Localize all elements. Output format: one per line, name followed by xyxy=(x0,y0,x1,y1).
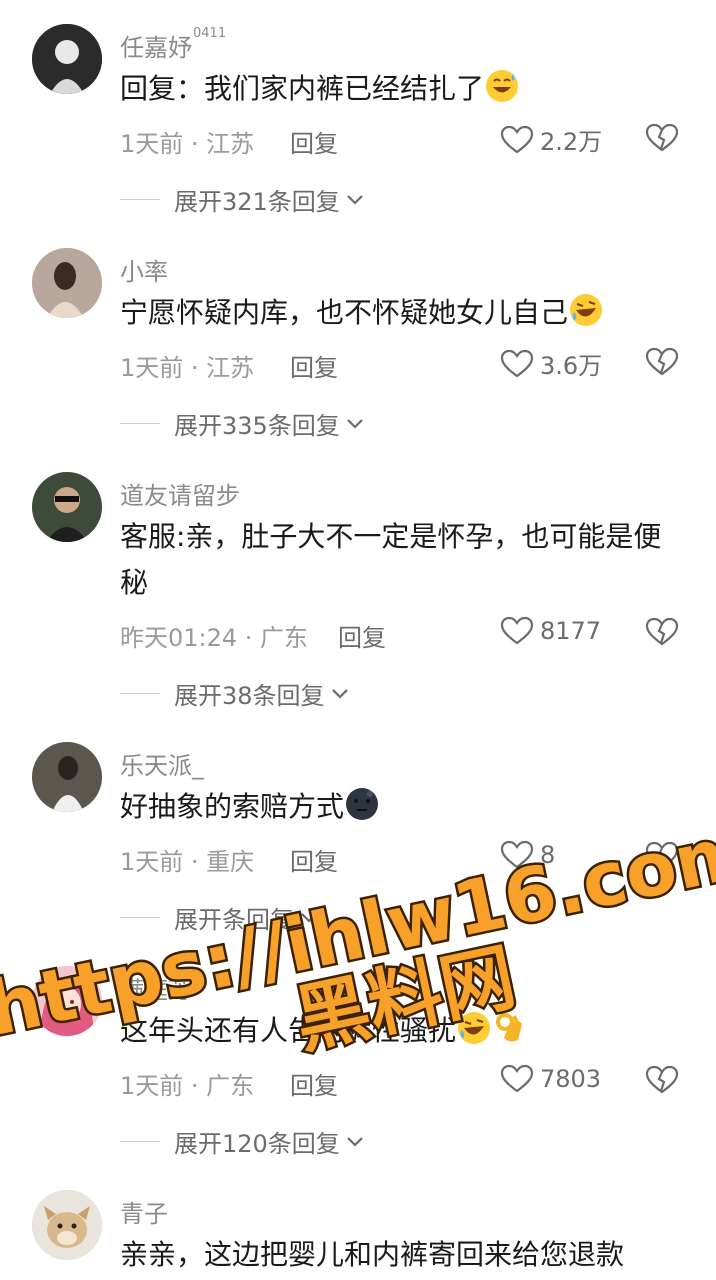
rofl-emoji-icon xyxy=(570,294,603,326)
reply-button[interactable]: 回复 xyxy=(338,618,386,653)
comment-text: 客服:亲，肚子大不一定是怀孕，也可能是便秘 xyxy=(120,520,662,599)
heart-icon xyxy=(500,125,534,153)
username[interactable]: 青子 xyxy=(120,1194,168,1229)
heart-icon xyxy=(500,616,534,645)
comment-text: 亲亲，这边把婴儿和内裤寄回来给您退款 xyxy=(120,1238,625,1271)
username[interactable]: 小率 xyxy=(120,252,168,287)
broken-heart-icon[interactable] xyxy=(645,616,679,648)
avatar[interactable] xyxy=(32,1190,102,1260)
expand-replies-button[interactable]: 展开120条回复 xyxy=(120,1124,364,1159)
reply-button[interactable]: 回复 xyxy=(290,348,338,383)
comment-text: 宁愿怀疑内库，也不怀疑她女儿自己 xyxy=(120,290,680,336)
heart-icon xyxy=(500,1064,534,1093)
sweat-smile-emoji-icon xyxy=(486,70,519,102)
like-count: 8 xyxy=(540,841,556,869)
comment-meta: 昨天01:24 · 广东 xyxy=(120,624,309,652)
divider-line xyxy=(120,917,160,918)
comment-text: 回复：我们家内裤已经结扎了 xyxy=(120,66,680,112)
username[interactable]: 道友请留步 xyxy=(120,476,240,511)
expand-replies-button[interactable]: 展开38条回复 xyxy=(120,676,349,711)
like-button[interactable]: 2.2万 xyxy=(500,122,602,157)
chevron-down-icon xyxy=(331,688,348,699)
broken-heart-icon[interactable] xyxy=(645,346,679,378)
like-count: 2.2万 xyxy=(540,128,603,156)
broken-heart-icon[interactable] xyxy=(645,122,679,154)
like-count: 8177 xyxy=(540,617,602,645)
avatar[interactable] xyxy=(32,966,102,1036)
like-button[interactable]: 3.6万 xyxy=(500,346,602,381)
chevron-down-icon xyxy=(347,194,363,205)
like-button[interactable]: 8177 xyxy=(500,616,601,646)
chevron-down-icon xyxy=(301,912,317,923)
divider-line xyxy=(120,693,160,694)
comment-meta: 1天前 · 重庆 xyxy=(120,848,255,876)
divider-line xyxy=(120,199,160,200)
dark-moon-face-icon xyxy=(346,788,379,820)
reply-button[interactable]: 回复 xyxy=(290,124,338,159)
avatar[interactable] xyxy=(32,24,102,94)
like-button[interactable]: 7803 xyxy=(500,1064,601,1094)
chevron-down-icon xyxy=(347,1136,363,1147)
avatar[interactable] xyxy=(32,472,102,542)
ok-hand-emoji-icon xyxy=(496,1013,523,1042)
avatar[interactable] xyxy=(32,248,102,318)
divider-line xyxy=(120,423,160,424)
broken-heart-icon[interactable] xyxy=(645,1064,679,1096)
comment-meta: 1天前 · 江苏 xyxy=(120,354,255,382)
divider-line xyxy=(120,1141,160,1142)
avatar[interactable] xyxy=(32,742,102,812)
like-count: 3.6万 xyxy=(540,352,603,380)
comment-meta: 1天前 · 广东 xyxy=(120,1072,255,1100)
heart-icon xyxy=(500,840,534,869)
username[interactable]: 乐天派_ xyxy=(120,746,204,781)
rofl-emoji-icon xyxy=(458,1012,491,1044)
expand-replies-button[interactable]: 展开335条回复 xyxy=(120,406,364,441)
comment-text: 这年头还有人告内裤性骚扰 xyxy=(120,1008,680,1054)
expand-replies-button[interactable]: 展开321条回复 xyxy=(120,182,364,217)
expand-replies-button[interactable]: 展开条回复 xyxy=(120,900,318,935)
heart-icon xyxy=(500,349,534,377)
like-button[interactable]: 8 xyxy=(500,840,555,870)
username[interactable]: 满庭芳 xyxy=(120,970,192,1005)
reply-button[interactable]: 回复 xyxy=(290,842,338,877)
broken-heart-icon[interactable] xyxy=(645,840,679,872)
comment-text: 好抽象的索赔方式 xyxy=(120,784,680,830)
username[interactable]: 任嘉妤0411 xyxy=(120,26,226,63)
comment-meta: 1天前 · 江苏 xyxy=(120,130,255,158)
reply-button[interactable]: 回复 xyxy=(290,1066,338,1101)
like-count: 7803 xyxy=(540,1065,602,1093)
chevron-down-icon xyxy=(347,418,363,429)
